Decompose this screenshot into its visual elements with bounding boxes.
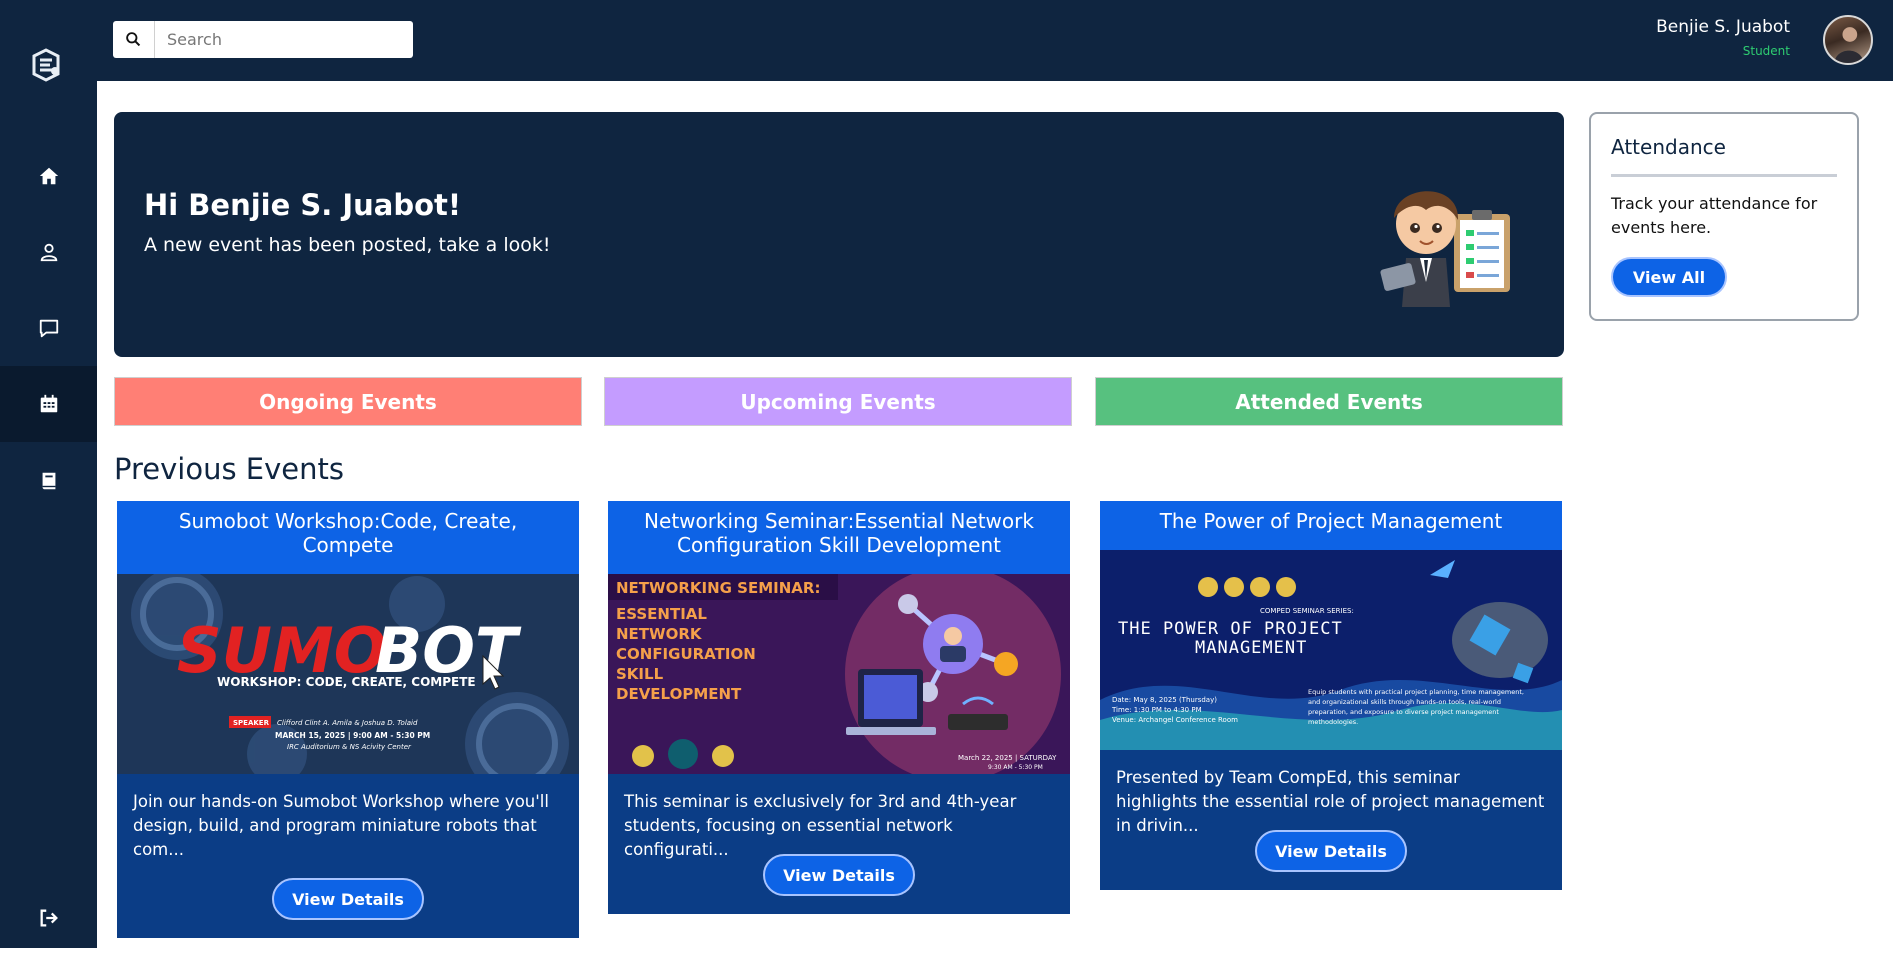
top-bar: Benjie S. Juabot Student [97, 0, 1893, 81]
event-description: Join our hands-on Sumobot Workshop where… [133, 792, 549, 859]
sidebar-item-events[interactable] [0, 366, 97, 442]
event-card: Sumobot Workshop:Code, Create, Compete S… [117, 501, 579, 938]
avatar[interactable] [1823, 15, 1873, 65]
sidebar-item-logout[interactable] [0, 880, 97, 956]
tab-upcoming-events[interactable]: Upcoming Events [604, 377, 1072, 426]
chat-icon [39, 319, 58, 338]
poster-line: ESSENTIAL [616, 605, 707, 623]
sidebar-item-records[interactable] [0, 443, 97, 519]
poster-date: MARCH 15, 2025 | 9:00 AM - 5:30 PM [275, 731, 430, 741]
event-title: Networking Seminar:Essential Network Con… [608, 501, 1070, 574]
poster-tagline: WORKSHOP: CODE, CREATE, COMPETE [217, 675, 476, 689]
app-logo[interactable] [28, 48, 64, 82]
event-poster-image[interactable]: NETWORKING SEMINAR: ESSENTIAL NETWORK CO… [608, 574, 1070, 774]
poster-blurb: methodologies. [1308, 718, 1358, 726]
user-info: Benjie S. Juabot Student [1656, 17, 1790, 58]
poster-blurb: and organizational skills through hands-… [1308, 698, 1501, 706]
event-description: This seminar is exclusively for 3rd and … [624, 792, 1017, 859]
poster-time: 9:30 AM - 5:30 PM [988, 764, 1043, 771]
greeting-subtitle: A new event has been posted, take a look… [144, 234, 551, 256]
poster-speakers: Clifford Clint A. Amila & Joshua D. Tola… [277, 719, 418, 727]
user-role: Student [1742, 44, 1790, 58]
poster-blurb: Equip students with practical project pl… [1308, 688, 1524, 696]
event-card: The Power of Project Management COMPED S… [1100, 501, 1562, 890]
event-poster-image[interactable]: COMPED SEMINAR SERIES: THE POWER OF PROJ… [1100, 550, 1562, 750]
poster-banner: NETWORKING SEMINAR: [616, 579, 820, 597]
logout-icon [40, 909, 58, 927]
event-title: The Power of Project Management [1100, 501, 1562, 550]
search-input[interactable] [155, 22, 405, 57]
divider [1611, 174, 1837, 177]
poster-heading: MANAGEMENT [1195, 638, 1307, 658]
home-icon [39, 167, 58, 185]
poster-line: DEVELOPMENT [616, 685, 742, 703]
user-name: Benjie S. Juabot [1656, 17, 1790, 37]
poster-venue: Venue: Archangel Conference Room [1112, 716, 1238, 724]
section-title: Previous Events [114, 452, 344, 486]
mascot-illustration [1380, 191, 1510, 307]
event-poster-image[interactable]: SUMO BOT WORKSHOP: CODE, CREATE, COMPETE… [117, 574, 579, 774]
poster-heading: THE POWER OF PROJECT [1118, 619, 1343, 639]
user-icon [40, 243, 57, 262]
sidebar-item-messages[interactable] [0, 290, 97, 366]
poster-line: SKILL [616, 665, 664, 683]
attendance-description: Track your attendance for events here. [1611, 194, 1818, 237]
event-title: Sumobot Workshop:Code, Create, Compete [117, 501, 579, 574]
book-icon [42, 472, 55, 490]
poster-date: March 22, 2025 | SATURDAY [958, 754, 1057, 762]
attendance-title: Attendance [1611, 135, 1726, 159]
poster-speaker-tag: SPEAKER [233, 719, 270, 727]
sidebar-item-home[interactable] [0, 138, 97, 214]
event-description: Presented by Team CompEd, this seminar h… [1116, 768, 1545, 835]
view-details-button[interactable]: View Details [763, 854, 915, 896]
calendar-icon [40, 394, 57, 413]
view-details-button[interactable]: View Details [1255, 830, 1407, 872]
search-box [113, 21, 413, 58]
sidebar-item-profile[interactable] [0, 214, 97, 290]
view-all-button[interactable]: View All [1611, 257, 1727, 297]
tab-ongoing-events[interactable]: Ongoing Events [114, 377, 582, 426]
poster-date: Date: May 8, 2025 (Thursday) [1112, 696, 1217, 704]
poster-venue: IRC Auditorium & NS Acivity Center [287, 743, 412, 751]
poster-series: COMPED SEMINAR SERIES: [1260, 607, 1354, 615]
welcome-banner: Hi Benjie S. Juabot! A new event has bee… [114, 112, 1564, 357]
event-card: Networking Seminar:Essential Network Con… [608, 501, 1070, 914]
poster-blurb: preparation, and exposure to diverse pro… [1308, 708, 1499, 716]
greeting-heading: Hi Benjie S. Juabot! [144, 188, 462, 222]
attendance-card: Attendance Track your attendance for eve… [1589, 112, 1859, 321]
sidebar [0, 0, 97, 948]
search-icon[interactable] [113, 21, 155, 58]
view-details-button[interactable]: View Details [272, 878, 424, 920]
poster-line: CONFIGURATION [616, 645, 756, 663]
poster-line: NETWORK [616, 625, 703, 643]
poster-time: Time: 1:30 PM to 4:30 PM [1111, 706, 1202, 714]
tab-attended-events[interactable]: Attended Events [1095, 377, 1563, 426]
